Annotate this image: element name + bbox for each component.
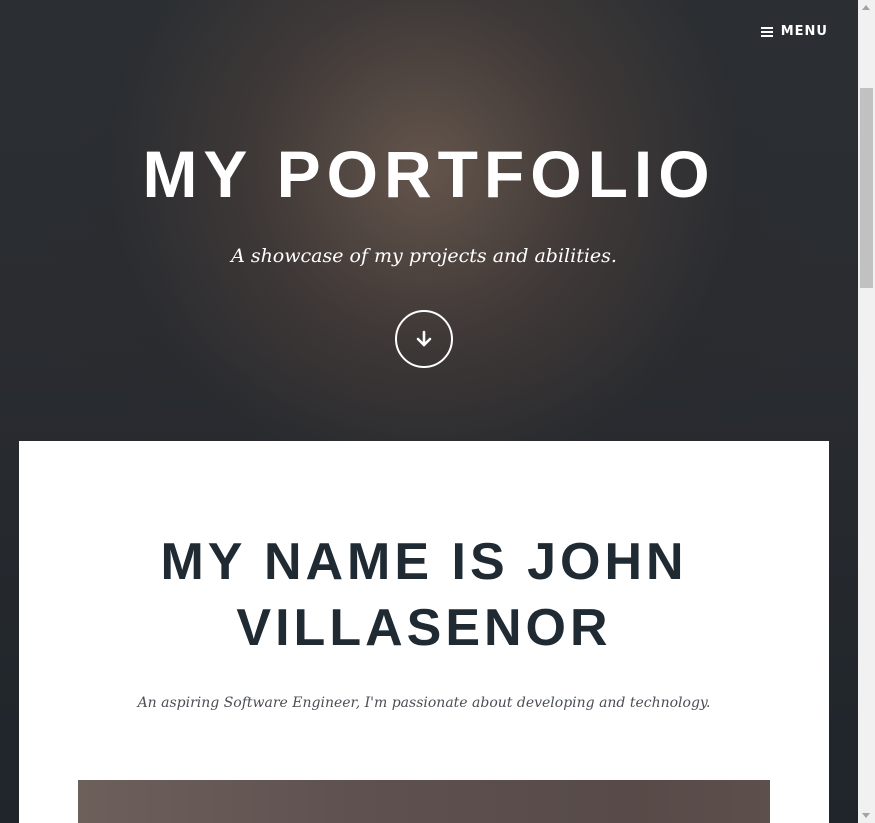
- page-scrollbar[interactable]: [858, 0, 875, 823]
- arrow-down-icon: [416, 330, 432, 347]
- menu-button[interactable]: MENU: [760, 24, 828, 39]
- hero-title: MY PORTFOLIO: [142, 137, 716, 211]
- about-section: MY NAME IS JOHN VILLASENOR An aspiring S…: [19, 441, 829, 823]
- scrollbar-thumb[interactable]: [860, 88, 873, 288]
- hero-subtitle: A showcase of my projects and abilities.: [231, 245, 617, 267]
- scroll-up-arrow-icon[interactable]: [862, 5, 870, 10]
- page-background: MENU MY PORTFOLIO A showcase of my proje…: [0, 0, 858, 823]
- project-image: [78, 780, 770, 823]
- about-tagline: An aspiring Software Engineer, I'm passi…: [137, 695, 711, 711]
- scroll-down-arrow-icon[interactable]: [862, 813, 870, 818]
- scroll-down-button[interactable]: [395, 310, 453, 368]
- hamburger-icon: [760, 25, 773, 39]
- menu-label: MENU: [780, 24, 828, 39]
- about-heading: MY NAME IS JOHN VILLASENOR: [160, 533, 688, 657]
